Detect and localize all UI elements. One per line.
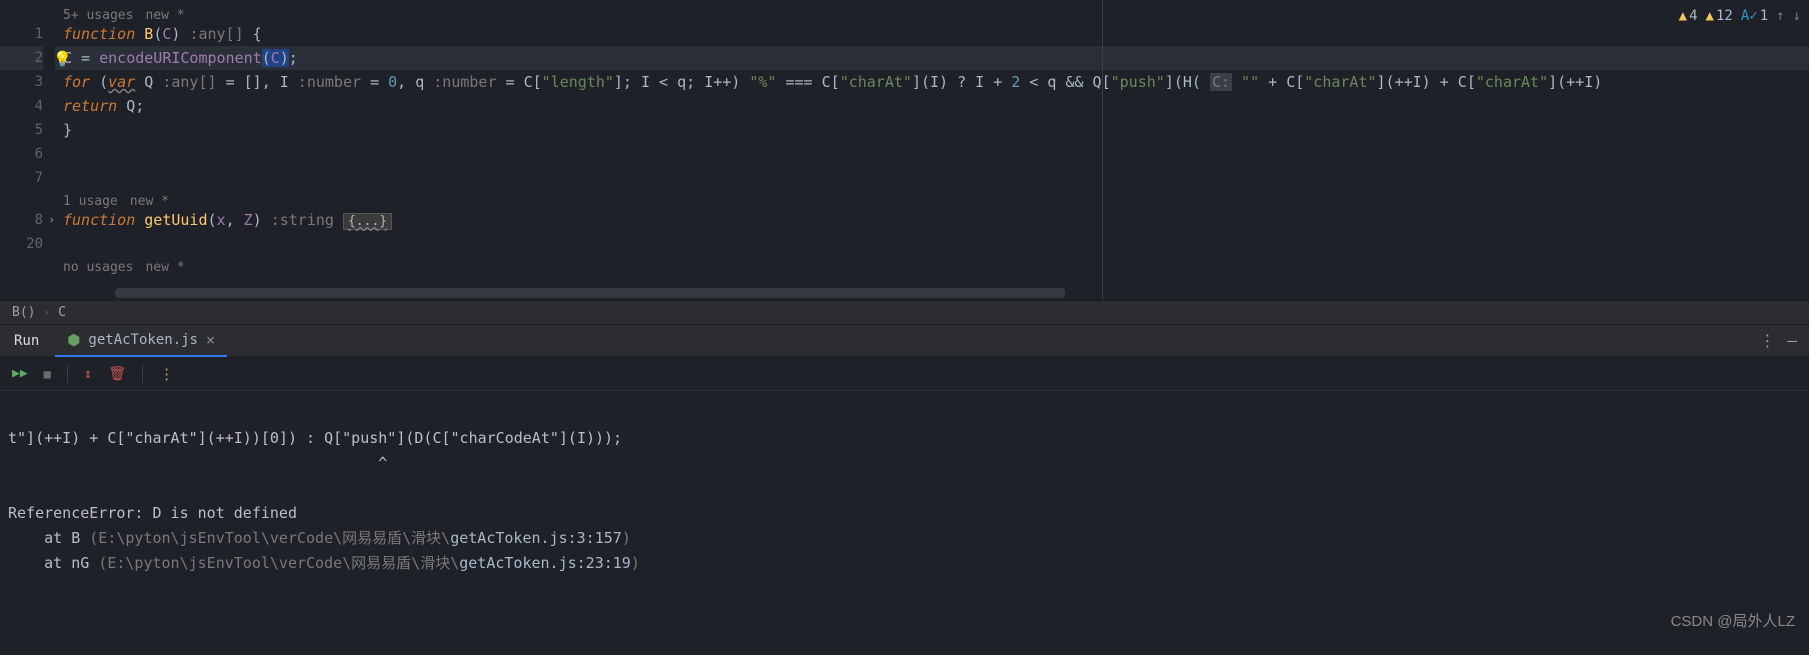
divider	[142, 365, 143, 383]
next-highlight-icon[interactable]: ↓	[1793, 8, 1801, 24]
clear-icon[interactable]: 🗑	[108, 366, 126, 382]
breadcrumb-item[interactable]: C	[58, 305, 66, 320]
folded-region[interactable]: {...}	[343, 213, 392, 230]
inlay-hint: 5+ usagesnew *	[55, 4, 1809, 22]
code-editor[interactable]: 1 2 3 4 5 6 7 8 › 20 5+ usagesnew * func…	[0, 0, 1809, 300]
close-icon[interactable]: ×	[206, 331, 215, 349]
console-line: t"](++I) + C["charAt"](++I))[0]) : Q["pu…	[8, 429, 622, 447]
watermark: CSDN @局外人LZ	[1671, 610, 1795, 631]
code-line[interactable]: return Q;	[55, 94, 1809, 118]
right-margin-ruler	[1102, 0, 1103, 300]
error-icon: ▲	[1679, 8, 1687, 24]
rerun-button[interactable]: ▶▶	[12, 366, 28, 381]
code-line-active[interactable]: 💡 C = encodeURIComponent(C);	[55, 46, 1809, 70]
nodejs-icon: ⬢	[67, 331, 80, 349]
console-line: ^	[8, 454, 387, 472]
stop-button[interactable]: ■	[44, 367, 51, 381]
intention-bulb-icon[interactable]: 💡	[55, 47, 72, 71]
file-link[interactable]: getAcToken.js:3:157	[450, 529, 622, 547]
console-error: ReferenceError: D is not defined	[8, 504, 297, 522]
minimize-icon[interactable]: —	[1787, 331, 1797, 350]
code-line[interactable]: for (var Q :any[] = [], I :number = 0, q…	[55, 70, 1809, 94]
chevron-right-icon: ›	[43, 306, 50, 319]
breadcrumb[interactable]: B() › C	[0, 300, 1809, 324]
inspections-widget[interactable]: ▲4 ▲12 A✓1 ↑ ↓	[1679, 8, 1801, 24]
tool-window-tabs: Run ⬢ getAcToken.js × ⋮ —	[0, 324, 1809, 357]
code-body[interactable]: 5+ usagesnew * function B(C) :any[] { 💡 …	[55, 0, 1809, 300]
prev-highlight-icon[interactable]: ↑	[1776, 8, 1784, 24]
typo-icon: A✓	[1741, 8, 1758, 24]
divider	[67, 365, 68, 383]
gutter: 1 2 3 4 5 6 7 8 › 20	[0, 0, 55, 300]
console-output[interactable]: t"](++I) + C["charAt"](++I))[0]) : Q["pu…	[0, 391, 1809, 586]
soft-wrap-icon[interactable]: ↕	[84, 366, 92, 382]
stack-frame: at B (E:\pyton\jsEnvTool\verCode\网易易盾\滑块…	[8, 529, 631, 547]
horizontal-scrollbar[interactable]	[115, 288, 1065, 298]
file-link[interactable]: getAcToken.js:23:19	[459, 554, 631, 572]
more-icon[interactable]: ⋮	[1759, 331, 1775, 350]
more-icon[interactable]: ⋮	[159, 365, 174, 383]
code-line[interactable]: }	[55, 118, 1809, 142]
inlay-hint: no usagesnew *	[55, 256, 1809, 274]
code-line[interactable]: function getUuid(x, Z) :string {...}	[55, 208, 1809, 232]
code-line[interactable]: function B(C) :any[] {	[55, 22, 1809, 46]
stack-frame: at nG (E:\pyton\jsEnvTool\verCode\网易易盾\滑…	[8, 554, 640, 572]
run-config-tab[interactable]: ⬢ getAcToken.js ×	[55, 325, 227, 357]
fold-icon[interactable]: ›	[48, 208, 55, 232]
breadcrumb-item[interactable]: B()	[12, 305, 35, 320]
run-tool-label[interactable]: Run	[14, 333, 39, 349]
inlay-hint: 1 usagenew *	[55, 190, 1809, 208]
run-toolbar: ▶▶ ■ ↕ 🗑 ⋮	[0, 357, 1809, 391]
warning-icon: ▲	[1706, 8, 1714, 24]
